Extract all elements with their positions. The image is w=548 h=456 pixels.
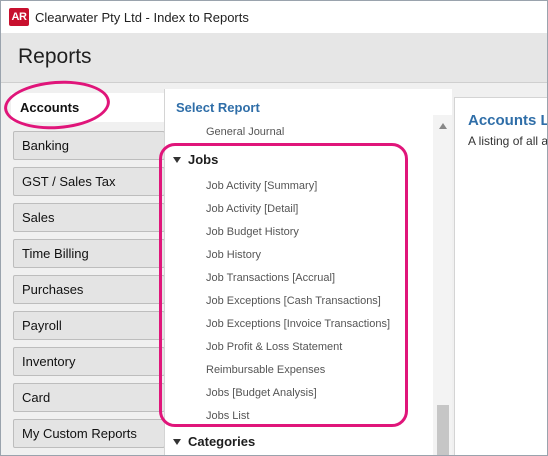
page-header: Reports: [1, 33, 547, 83]
reports-window: AR Clearwater Pty Ltd - Index to Reports…: [0, 0, 548, 456]
scroll-thumb[interactable]: [437, 405, 449, 455]
report-detail-card: Accounts L A listing of all a: [454, 97, 548, 455]
report-item[interactable]: Job Transactions [Accrual]: [206, 272, 335, 284]
caret-down-icon: [173, 156, 181, 163]
sidebar-item-accounts[interactable]: Accounts: [11, 93, 165, 122]
report-item[interactable]: Job Activity [Detail]: [206, 203, 298, 215]
scroll-up-arrow-icon[interactable]: [439, 123, 447, 129]
sidebar-item-purchases[interactable]: Purchases: [13, 275, 165, 304]
sidebar-item-my-custom-reports[interactable]: My Custom Reports: [13, 419, 165, 448]
caret-down-icon: [173, 438, 181, 445]
report-item[interactable]: Jobs [Budget Analysis]: [206, 387, 317, 399]
report-item[interactable]: Job Activity [Summary]: [206, 180, 317, 192]
report-item[interactable]: Job Profit & Loss Statement: [206, 341, 342, 353]
sidebar-item-card[interactable]: Card: [13, 383, 165, 412]
sidebar-item-inventory[interactable]: Inventory: [13, 347, 165, 376]
select-report-title: Select Report: [176, 100, 260, 115]
app-logo-icon: AR: [9, 8, 29, 26]
report-item[interactable]: Job Budget History: [206, 226, 299, 238]
sidebar-item-time-billing[interactable]: Time Billing: [13, 239, 165, 268]
report-item[interactable]: Job History: [206, 249, 261, 261]
report-item[interactable]: Jobs List: [206, 410, 249, 422]
group-header-jobs[interactable]: Jobs: [173, 152, 218, 167]
window-title: Clearwater Pty Ltd - Index to Reports: [35, 9, 249, 25]
sidebar-item-gst-sales-tax[interactable]: GST / Sales Tax: [13, 167, 165, 196]
group-label: Categories: [188, 434, 256, 449]
report-item-general-journal[interactable]: General Journal: [206, 126, 284, 138]
report-item[interactable]: Reimbursable Expenses: [206, 364, 325, 376]
report-item[interactable]: Job Exceptions [Invoice Transactions]: [206, 318, 390, 330]
page-title: Reports: [18, 45, 92, 68]
title-bar: AR Clearwater Pty Ltd - Index to Reports: [1, 1, 547, 33]
report-detail-title: Accounts L: [468, 112, 548, 129]
sidebar-item-payroll[interactable]: Payroll: [13, 311, 165, 340]
group-header-categories[interactable]: Categories: [173, 434, 255, 449]
vertical-scrollbar[interactable]: [433, 115, 453, 455]
sidebar-item-sales[interactable]: Sales: [13, 203, 165, 232]
report-list: General Journal Jobs Job Activity [Summa…: [165, 121, 433, 455]
select-report-panel: Select Report General Journal Jobs Job A…: [164, 89, 453, 455]
report-category-sidebar: Accounts Banking GST / Sales Tax Sales T…: [1, 83, 165, 455]
report-detail-panel: Accounts L A listing of all a: [452, 89, 548, 455]
report-detail-description: A listing of all a: [468, 134, 548, 148]
group-label: Jobs: [188, 152, 219, 167]
report-item[interactable]: Job Exceptions [Cash Transactions]: [206, 295, 381, 307]
sidebar-item-banking[interactable]: Banking: [13, 131, 165, 160]
